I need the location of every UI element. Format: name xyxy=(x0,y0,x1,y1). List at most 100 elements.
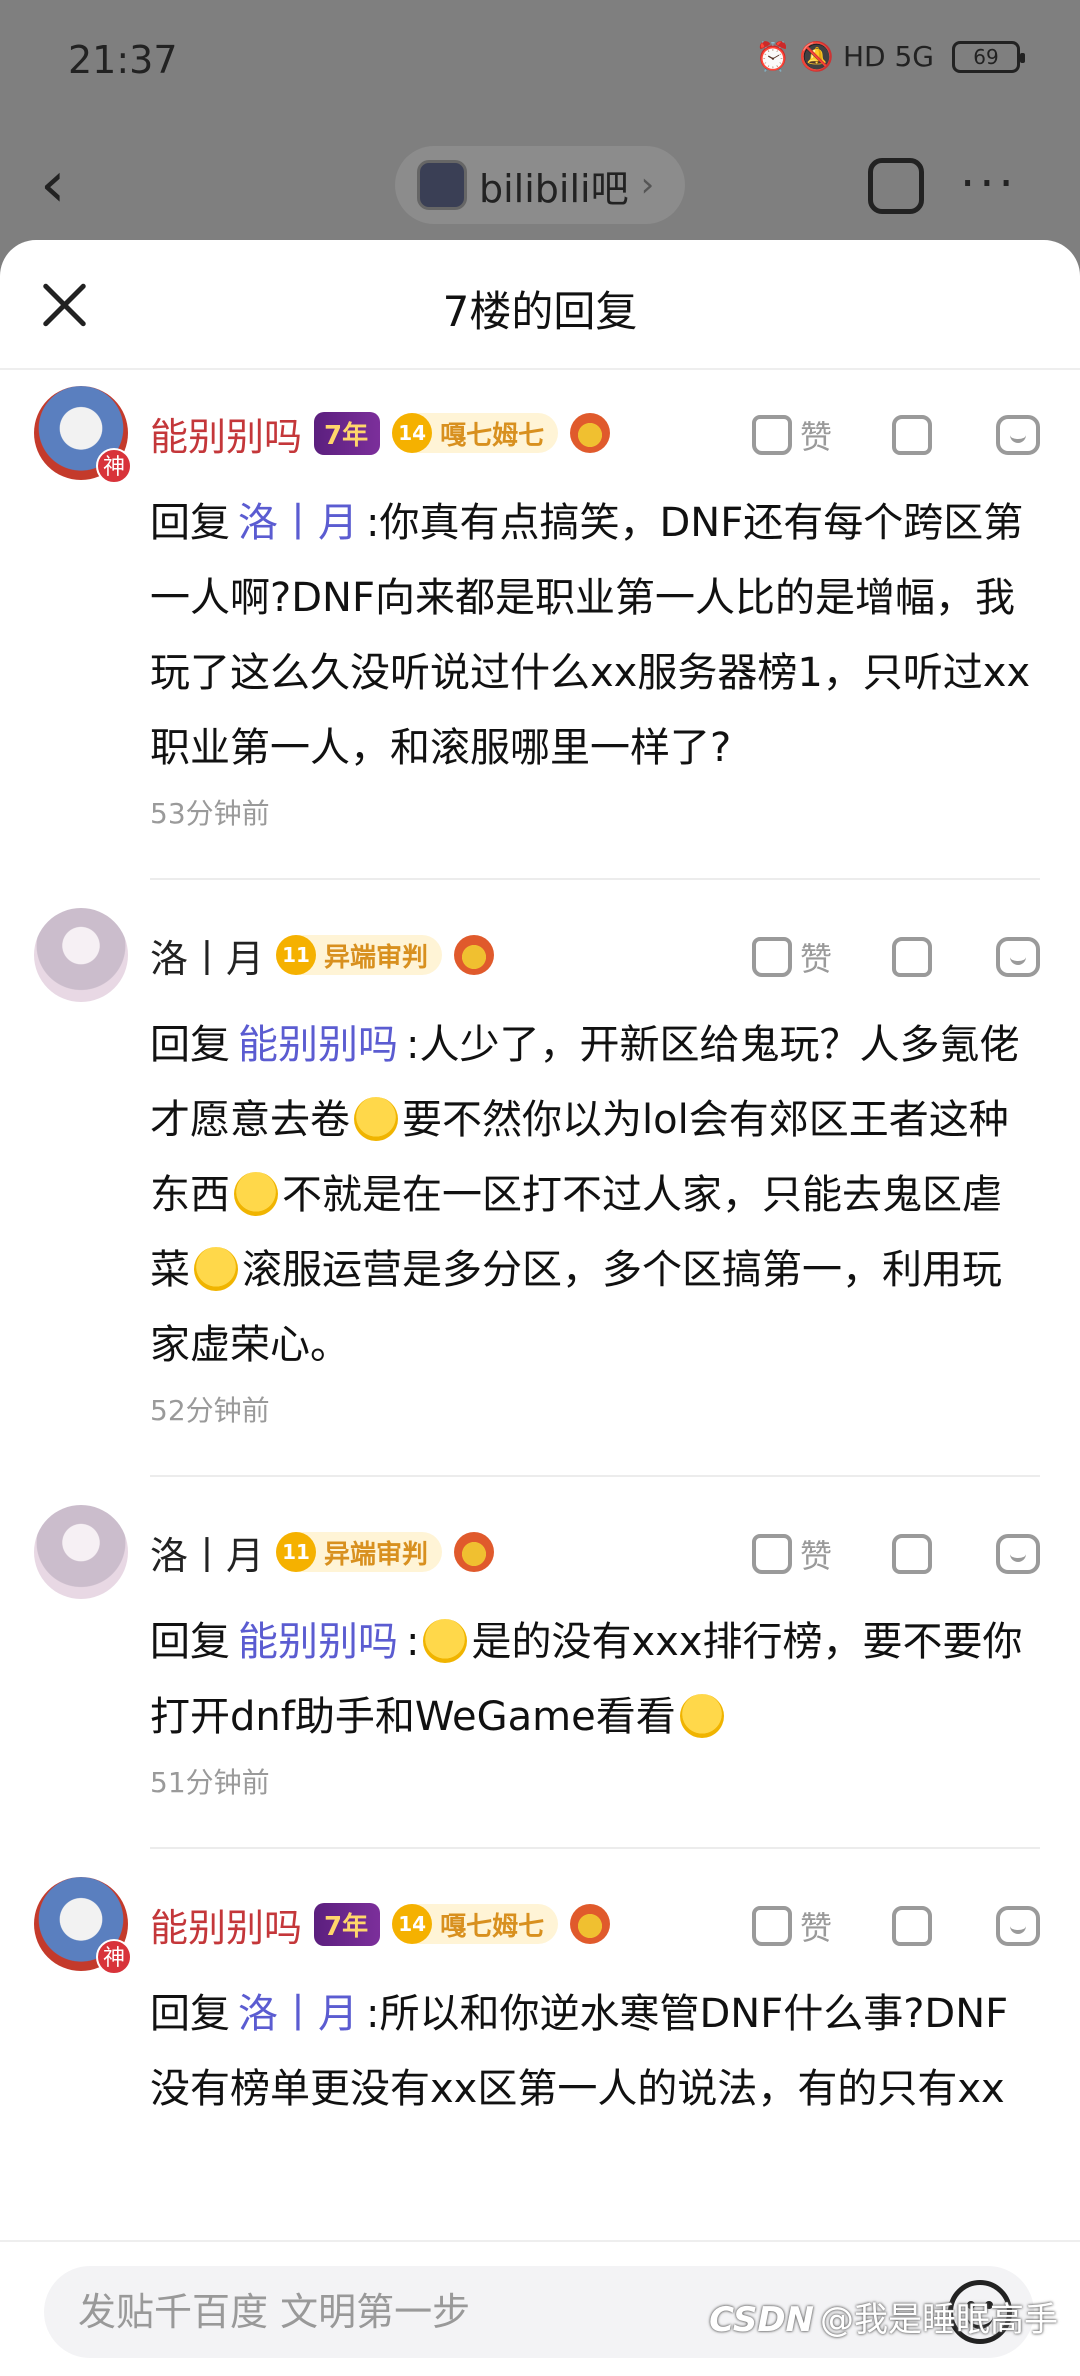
emoji-icon xyxy=(194,1247,238,1291)
status-icons: ⏰ 🔕 HD 5G 69 xyxy=(755,40,1025,73)
level-badge: 11 异端审判 xyxy=(276,935,443,975)
avatar[interactable]: 神 xyxy=(34,386,132,484)
god-badge: 神 xyxy=(96,1939,132,1975)
more-button[interactable]: ··· xyxy=(960,156,1018,212)
reply-prefix: 回复 xyxy=(150,500,230,546)
reply-time: 53分钟前 xyxy=(150,797,270,830)
thumbs-down-icon[interactable] xyxy=(892,937,932,977)
medal-icon xyxy=(454,935,495,975)
comment-icon[interactable] xyxy=(996,415,1040,455)
emoji-icon xyxy=(679,1694,724,1738)
thumbs-up-icon xyxy=(752,1906,792,1946)
medal-icon xyxy=(570,413,611,453)
reply-item: 洛丨月 11 异端审判 赞 回复 能别别吗: 是的没有xxx排行榜，要不要你打开dn… xyxy=(0,1505,1080,1849)
level-number: 14 xyxy=(392,1904,433,1944)
chevron-right-icon: › xyxy=(640,165,655,205)
forum-name: bilibili吧 xyxy=(479,166,629,211)
reply-content: 回复 能别别吗: 是的没有xxx排行榜，要不要你打开dnf助手和WeGame看看 xyxy=(150,1605,1040,1755)
like-button[interactable]: 赞 xyxy=(752,1531,862,1577)
avatar[interactable]: 神 xyxy=(34,1877,132,1975)
mention-link[interactable]: 能别别吗 xyxy=(238,1022,398,1068)
like-label: 赞 xyxy=(800,1909,833,1947)
username[interactable]: 洛丨月 xyxy=(150,928,264,983)
back-button[interactable]: ‹ xyxy=(40,150,100,220)
divider xyxy=(150,1475,1040,1477)
medal-icon xyxy=(454,1532,495,1572)
reply-prefix: 回复 xyxy=(150,1619,230,1665)
level-number: 11 xyxy=(276,1532,317,1572)
status-bar: 21:37 ⏰ 🔕 HD 5G 69 xyxy=(0,0,1080,120)
reply-text: : xyxy=(406,1619,420,1665)
emoji-icon xyxy=(354,1097,398,1141)
mention-link[interactable]: 能别别吗 xyxy=(238,1619,398,1665)
divider xyxy=(150,878,1040,880)
level-number: 14 xyxy=(392,413,433,453)
comment-icon[interactable] xyxy=(996,1906,1040,1946)
level-name: 异端审判 xyxy=(324,1539,429,1570)
year-badge: 7年 xyxy=(314,1902,381,1946)
reply-actions: 赞 xyxy=(752,1903,1040,1949)
divider xyxy=(150,1847,1040,1849)
reply-content: 回复 洛丨月:你真有点搞笑，DNF还有每个跨区第一人啊?DNF向来都是职业第一人比… xyxy=(150,486,1040,786)
reply-text: 滚服运营是多分区，多个区搞第一，利用玩家虚荣心。 xyxy=(150,1247,1002,1368)
thumbs-down-icon[interactable] xyxy=(892,1906,932,1946)
reply-actions: 赞 xyxy=(752,1531,1040,1577)
level-name: 异端审判 xyxy=(324,942,429,973)
level-number: 11 xyxy=(276,935,317,975)
medal-icon xyxy=(570,1904,611,1944)
comment-icon[interactable] xyxy=(996,937,1040,977)
reply-item: 神 能别别吗 7年 14 嘎七姆七 赞 回复 洛丨月:你真有点搞笑，DNF还有每个… xyxy=(0,386,1080,880)
reply-sheet: 7楼的回复 神 能别别吗 7年 14 嘎七姆七 赞 回复 洛丨月:你真有点搞笑，D… xyxy=(0,240,1080,2376)
avatar[interactable] xyxy=(34,908,128,1002)
username[interactable]: 能别别吗 xyxy=(150,1897,302,1952)
reply-content: 回复 能别别吗:人少了，开新区给鬼玩？人多氪佬才愿意去卷 要不然你以为lol会有郊区… xyxy=(150,1008,1040,1383)
level-name: 嘎七姆七 xyxy=(440,420,545,451)
thumbs-up-icon xyxy=(752,1534,792,1574)
battery-icon: 69 xyxy=(952,40,1025,73)
forum-chip[interactable]: bilibili吧 › xyxy=(395,146,685,224)
like-button[interactable]: 赞 xyxy=(752,412,862,458)
status-time: 21:37 xyxy=(68,38,178,82)
edit-icon[interactable] xyxy=(868,158,924,214)
watermark: CSDN @我是睡眠高手 xyxy=(709,2292,1058,2341)
username[interactable]: 能别别吗 xyxy=(150,406,302,461)
watermark-logo: CSDN xyxy=(709,2300,814,2340)
level-badge: 14 嘎七姆七 xyxy=(392,1904,559,1944)
thumbs-down-icon[interactable] xyxy=(892,415,932,455)
avatar[interactable] xyxy=(34,1505,128,1599)
like-button[interactable]: 赞 xyxy=(752,1903,862,1949)
status-indicator-icons: ⏰ 🔕 HD 5G xyxy=(755,40,934,73)
thumbs-down-icon[interactable] xyxy=(892,1534,932,1574)
mention-link[interactable]: 洛丨月 xyxy=(238,1991,358,2037)
thumbs-up-icon xyxy=(752,937,792,977)
username[interactable]: 洛丨月 xyxy=(150,1525,264,1580)
level-badge: 14 嘎七姆七 xyxy=(392,413,559,453)
like-label: 赞 xyxy=(800,1537,833,1575)
like-label: 赞 xyxy=(800,940,833,978)
reply-content: 回复 洛丨月:所以和你逆水寒管DNF什么事?DNF没有榜单更没有xx区第一人的说法… xyxy=(150,1977,1040,2127)
reply-actions: 赞 xyxy=(752,412,1040,458)
reply-item: 神 能别别吗 7年 14 嘎七姆七 赞 回复 洛丨月:所以和你逆水寒管DNF什么事… xyxy=(0,1877,1080,2127)
level-badge: 11 异端审判 xyxy=(276,1532,443,1572)
reply-prefix: 回复 xyxy=(150,1022,230,1068)
emoji-icon xyxy=(423,1619,468,1663)
forum-logo-icon xyxy=(417,160,467,210)
reply-time: 52分钟前 xyxy=(150,1394,270,1427)
reply-time: 51分钟前 xyxy=(150,1766,270,1799)
emoji-icon xyxy=(234,1172,278,1216)
like-label: 赞 xyxy=(800,418,833,456)
reply-item: 洛丨月 11 异端审判 赞 回复 能别别吗:人少了，开新区给鬼玩？人多氪佬才愿意去… xyxy=(0,908,1080,1477)
sheet-header: 7楼的回复 xyxy=(0,240,1080,370)
watermark-text: @我是睡眠高手 xyxy=(820,2300,1058,2340)
sheet-title: 7楼的回复 xyxy=(442,287,638,336)
thumbs-up-icon xyxy=(752,415,792,455)
reply-actions: 赞 xyxy=(752,934,1040,980)
year-badge: 7年 xyxy=(314,411,381,455)
reply-prefix: 回复 xyxy=(150,1991,230,2037)
like-button[interactable]: 赞 xyxy=(752,934,862,980)
forum-nav-bar: ‹ bilibili吧 › ··· xyxy=(0,130,1080,240)
level-name: 嘎七姆七 xyxy=(440,1911,545,1942)
god-badge: 神 xyxy=(96,448,132,484)
comment-icon[interactable] xyxy=(996,1534,1040,1574)
mention-link[interactable]: 洛丨月 xyxy=(238,500,358,546)
